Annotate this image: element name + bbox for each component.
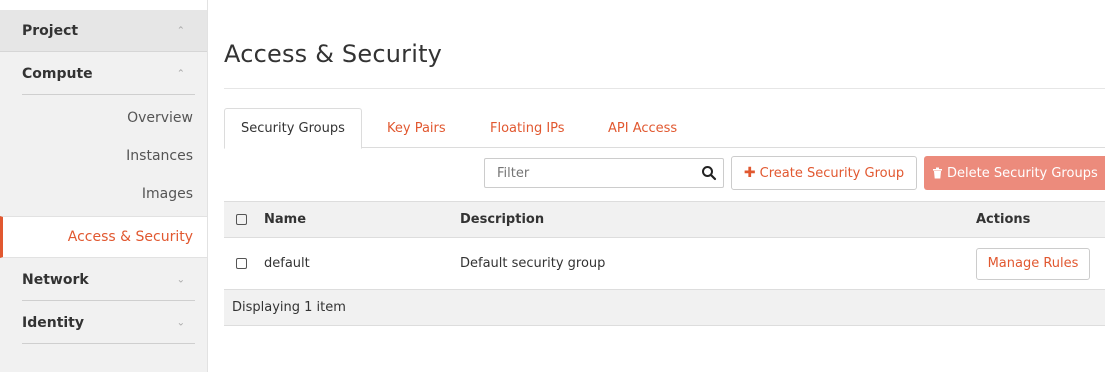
delete-security-groups-label: Delete Security Groups — [947, 165, 1098, 181]
tab-bar: Security Groups Key Pairs Floating IPs A… — [224, 108, 1105, 149]
chevron-up-icon: ⌃ — [176, 25, 185, 36]
sidebar-item-label: Overview — [127, 110, 193, 126]
plus-icon: ✚ — [743, 165, 756, 181]
sidebar-section-identity[interactable]: Identity ⌄ — [0, 301, 207, 344]
sidebar-item-label: Instances — [126, 148, 193, 164]
sidebar-section-compute[interactable]: Compute ⌃ — [0, 52, 207, 95]
table-header-row: Name Description Actions — [224, 201, 1105, 238]
table-footer-row: Displaying 1 item — [224, 289, 1105, 326]
sidebar: Project ⌃ Compute ⌃ Overview Instances I… — [0, 0, 208, 372]
chevron-down-icon: ⌄ — [176, 317, 185, 328]
tab-label: Key Pairs — [387, 120, 446, 136]
divider — [22, 343, 195, 344]
sidebar-section-project-label: Project — [22, 22, 79, 39]
sidebar-section-identity-label: Identity — [22, 314, 85, 331]
table-row: default Default security group Manage Ru… — [224, 237, 1105, 290]
tab-label: Security Groups — [241, 121, 345, 136]
trash-icon — [933, 167, 942, 179]
tab-label: Floating IPs — [490, 120, 565, 136]
row-name: default — [264, 237, 460, 290]
page-title: Access & Security — [224, 40, 443, 68]
chevron-up-icon: ⌃ — [176, 68, 185, 79]
sidebar-item-images[interactable]: Images — [0, 175, 207, 213]
row-select-cell — [224, 237, 264, 290]
divider — [22, 94, 195, 95]
sidebar-section-network-label: Network — [22, 271, 89, 288]
column-header-actions: Actions — [976, 201, 1105, 238]
chevron-down-icon: ⌄ — [176, 274, 185, 285]
tab-security-groups[interactable]: Security Groups — [224, 108, 362, 149]
tab-label: API Access — [608, 120, 678, 136]
sidebar-section-network[interactable]: Network ⌄ — [0, 258, 207, 301]
sidebar-section-compute-label: Compute — [22, 65, 93, 82]
tab-key-pairs[interactable]: Key Pairs — [387, 108, 446, 148]
tab-floating-ips[interactable]: Floating IPs — [490, 108, 565, 148]
table-footer-count: Displaying 1 item — [224, 289, 1105, 326]
select-all-checkbox[interactable] — [236, 214, 247, 225]
column-header-name[interactable]: Name — [264, 201, 460, 238]
create-security-group-button[interactable]: ✚ Create Security Group — [731, 156, 917, 190]
filter-box — [484, 158, 724, 188]
create-security-group-label: Create Security Group — [759, 165, 905, 181]
sidebar-top-spacer — [0, 0, 207, 10]
row-description: Default security group — [460, 237, 976, 290]
sidebar-item-overview[interactable]: Overview — [0, 99, 207, 137]
security-groups-table: Name Description Actions default Default… — [224, 201, 1105, 326]
select-all-cell — [224, 201, 264, 238]
sidebar-section-project[interactable]: Project ⌃ — [0, 10, 207, 52]
search-icon[interactable] — [701, 165, 717, 181]
filter-input[interactable] — [485, 159, 685, 187]
manage-rules-button[interactable]: Manage Rules — [976, 247, 1090, 280]
delete-security-groups-button[interactable]: Delete Security Groups — [924, 156, 1105, 190]
sidebar-item-label: Access & Security — [67, 229, 193, 245]
row-checkbox[interactable] — [236, 258, 247, 269]
sidebar-item-instances[interactable]: Instances — [0, 137, 207, 175]
sidebar-item-label: Images — [141, 186, 193, 202]
column-header-description[interactable]: Description — [460, 201, 976, 238]
divider — [224, 88, 1105, 89]
row-actions: Manage Rules — [976, 237, 1105, 290]
tab-api-access[interactable]: API Access — [608, 108, 677, 148]
sidebar-item-access-security[interactable]: Access & Security — [0, 216, 207, 258]
